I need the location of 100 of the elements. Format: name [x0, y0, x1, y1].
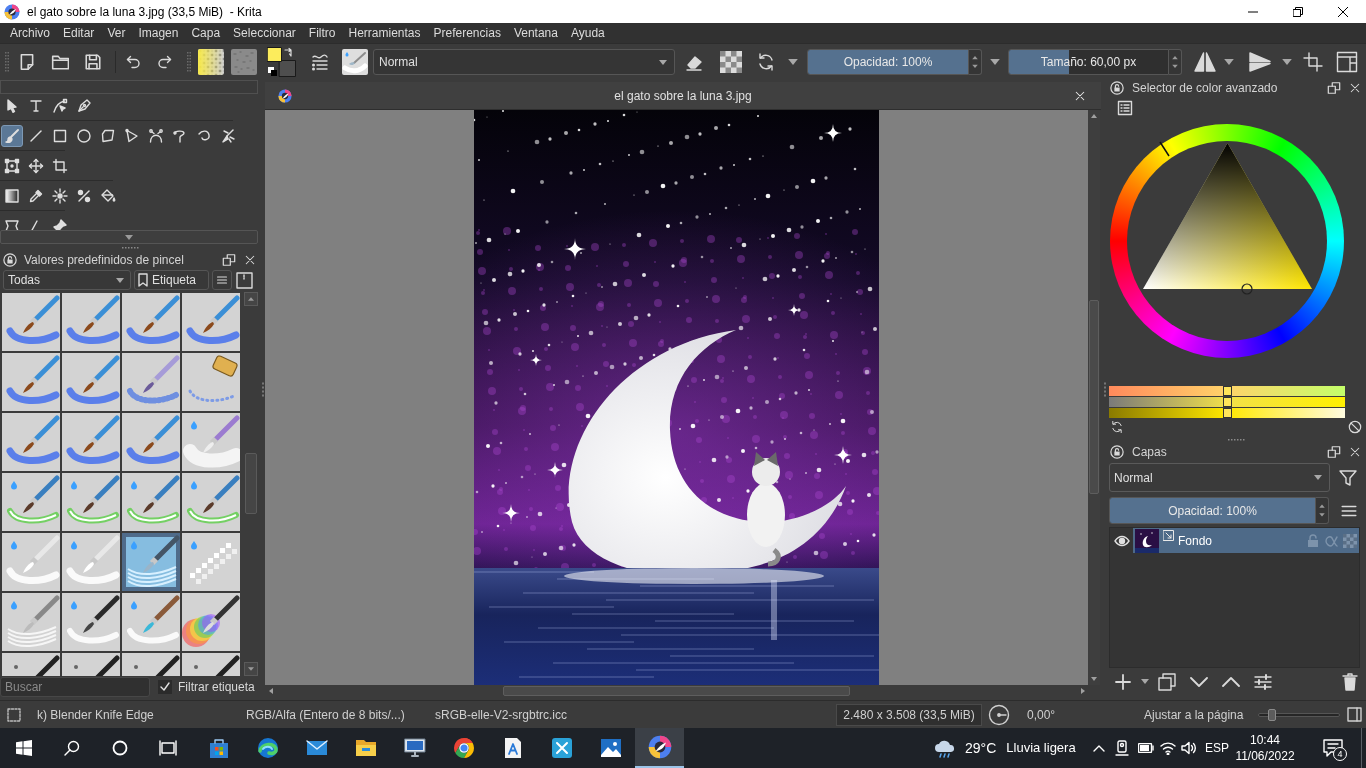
color-slider[interactable] — [1109, 397, 1345, 407]
spin-arrows-icon[interactable] — [969, 49, 982, 75]
search-field[interactable]: Buscar — [0, 676, 150, 697]
opacity-slider[interactable]: Opacidad: 100% — [1109, 497, 1316, 524]
temperature-text[interactable]: 29°C — [965, 737, 997, 759]
rotation-dial-icon[interactable] — [988, 703, 1010, 726]
color-slider[interactable] — [1109, 408, 1345, 418]
notifications-button[interactable]: 4 — [1310, 728, 1356, 768]
document-tab[interactable]: el gato sobre la luna 3.jpg — [265, 82, 1101, 110]
weather-text[interactable]: Lluvia ligera — [1006, 738, 1076, 758]
new-document-icon[interactable] — [18, 53, 36, 71]
category-dropdown[interactable]: Todas — [3, 270, 131, 290]
menu-item[interactable]: Imagen — [132, 24, 185, 42]
undo-icon[interactable] — [125, 54, 141, 70]
color-slider[interactable] — [1109, 386, 1345, 396]
menu-item[interactable]: Seleccionar — [227, 24, 302, 42]
checkerboard-icon[interactable] — [1343, 533, 1357, 548]
menu-item[interactable]: Ventana — [507, 24, 564, 42]
language-indicator[interactable]: ESP — [1205, 739, 1229, 757]
paintbrush-tool[interactable] — [1, 125, 23, 147]
page-view-icon[interactable] — [236, 271, 253, 289]
slider-handle[interactable] — [1223, 386, 1232, 396]
crop-marks-icon[interactable] — [1302, 51, 1324, 73]
menu-item[interactable]: Ver — [101, 24, 132, 42]
hue-marker[interactable] — [1159, 141, 1170, 157]
caret-icon[interactable] — [1224, 59, 1234, 65]
padlock-icon[interactable] — [1110, 445, 1124, 459]
trash-icon[interactable] — [1342, 672, 1358, 691]
menu-item[interactable]: Filtro — [302, 24, 342, 42]
caret-icon[interactable] — [1282, 59, 1292, 65]
refresh-icon[interactable] — [1110, 420, 1124, 434]
padlock-icon[interactable] — [1110, 81, 1124, 95]
blend-mode-dropdown[interactable]: Normal — [1109, 463, 1330, 492]
caret-icon[interactable] — [788, 59, 798, 65]
image-size-field[interactable]: 2.480 x 3.508 (33,5 MiB) — [836, 703, 982, 726]
save-icon[interactable] — [84, 53, 102, 71]
chevron-down-icon[interactable] — [1190, 676, 1208, 687]
scroll-up-icon[interactable] — [243, 292, 258, 306]
menu-item[interactable]: Editar — [57, 24, 101, 42]
mirror-horizontal-icon[interactable] — [1193, 51, 1217, 73]
speaker-icon[interactable] — [1181, 741, 1197, 755]
blend-mode-dropdown[interactable]: Normal — [373, 49, 675, 75]
cloud-rain-icon[interactable] — [933, 738, 957, 758]
device-icon[interactable] — [1115, 740, 1129, 756]
menu-item[interactable]: Capa — [185, 24, 227, 42]
color-picker-cursor[interactable] — [1241, 283, 1253, 295]
slider-handle[interactable] — [1223, 397, 1232, 407]
brush-preset-icon[interactable] — [62, 593, 120, 651]
panel-toggle-icon[interactable] — [1347, 707, 1362, 722]
clock-time[interactable]: 10:44 — [1250, 732, 1280, 748]
scroll-down-icon[interactable] — [243, 662, 258, 676]
taskbar-app-button[interactable] — [635, 728, 684, 768]
zoom-slider-thumb[interactable] — [1267, 708, 1276, 721]
color-triangle[interactable] — [1143, 143, 1312, 289]
scrollbar-thumb[interactable] — [244, 453, 257, 514]
slider-handle[interactable] — [1223, 408, 1232, 418]
splitter-handle-icon[interactable] — [1227, 438, 1245, 441]
battery-icon[interactable] — [1138, 743, 1154, 753]
close-icon[interactable] — [1349, 446, 1361, 458]
eye-icon[interactable] — [1113, 534, 1130, 547]
menu-item[interactable]: Ayuda — [564, 24, 611, 42]
zoom-slider[interactable] — [1258, 708, 1340, 721]
spin-arrows-icon[interactable] — [1169, 49, 1182, 75]
filter-funnel-icon[interactable] — [1338, 467, 1358, 488]
color-swatches-icon[interactable] — [267, 47, 297, 77]
scrollbar-thumb[interactable] — [1089, 300, 1099, 494]
padlock-icon[interactable] — [3, 253, 17, 267]
brush-preset-icon[interactable] — [182, 593, 240, 651]
prohibited-icon[interactable] — [1348, 420, 1362, 434]
plus-icon[interactable] — [1115, 673, 1131, 690]
menu-item[interactable]: Archivo — [4, 24, 56, 42]
redo-icon[interactable] — [157, 54, 173, 70]
brush-settings-icon[interactable] — [311, 53, 329, 71]
splitter-handle-icon[interactable] — [121, 246, 139, 249]
clock-date[interactable]: 11/06/2022 — [1235, 748, 1295, 764]
float-window-icon[interactable] — [1327, 81, 1341, 95]
opacity-slider[interactable]: Opacidad: 100% — [807, 49, 969, 75]
checkbox-label[interactable]: Filtrar etiqueta — [178, 677, 255, 696]
tag-button[interactable]: Etiqueta — [134, 270, 209, 290]
layer-row[interactable]: Fondo — [1133, 528, 1359, 553]
menu-item[interactable]: Preferencias — [427, 24, 507, 42]
wifi-icon[interactable] — [1160, 741, 1176, 755]
sliders-icon[interactable] — [1254, 673, 1272, 690]
spin-arrows-icon[interactable] — [1316, 497, 1329, 524]
pattern-swatch[interactable] — [231, 49, 257, 75]
panel-layout-icon[interactable] — [1336, 51, 1358, 73]
float-window-icon[interactable] — [1327, 445, 1341, 459]
gradient-swatch[interactable] — [198, 49, 224, 75]
refresh-icon[interactable] — [756, 52, 776, 72]
chevron-up-icon[interactable] — [1222, 676, 1240, 687]
checkerboard-icon[interactable] — [720, 51, 742, 73]
selection-square-icon[interactable] — [7, 707, 21, 722]
list-settings-icon[interactable] — [1117, 100, 1133, 116]
sparkle-tool[interactable] — [49, 185, 71, 207]
menu-button[interactable] — [212, 270, 232, 290]
menu-item[interactable]: Herramientas — [342, 24, 427, 42]
close-icon[interactable] — [1349, 82, 1361, 94]
brush-preset-icon[interactable] — [122, 533, 180, 591]
scrollbar-thumb[interactable] — [503, 686, 850, 696]
brush-preset-thumbnail[interactable] — [342, 49, 368, 75]
